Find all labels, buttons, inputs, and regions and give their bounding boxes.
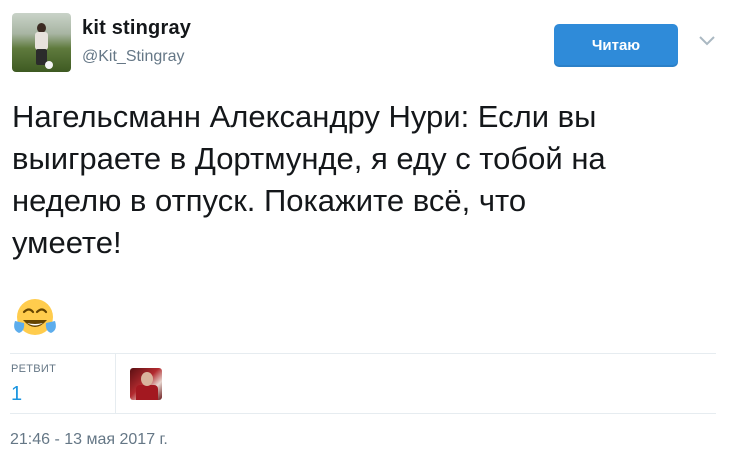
tweet-card: kit stingray @Kit_Stingray Читаю Нагельс… [0,0,730,466]
avatar[interactable] [12,13,71,72]
user-name[interactable]: kit stingray [82,17,191,40]
retweeter-avatar-shirt [136,385,158,400]
stats-divider-bottom [10,413,716,414]
retweeter-avatar[interactable] [130,368,162,400]
tweet-timestamp[interactable]: 21:46 - 13 мая 2017 г. [10,431,168,449]
chevron-down-icon[interactable] [698,34,716,48]
following-button[interactable]: Читаю [554,24,678,67]
avatar-ball [45,61,53,69]
retweeter-avatar-face [141,372,153,386]
stats-vertical-divider [115,353,116,413]
tweet-text: Нагельсманн Александру Нури: Если вы выи… [12,99,606,260]
user-handle[interactable]: @Kit_Stingray [82,48,185,66]
retweet-count[interactable]: 1 [11,383,22,406]
retweet-label: РЕТВИТ [11,363,57,375]
face-with-tears-of-joy-icon [14,299,56,335]
avatar-figure-body [35,32,48,50]
